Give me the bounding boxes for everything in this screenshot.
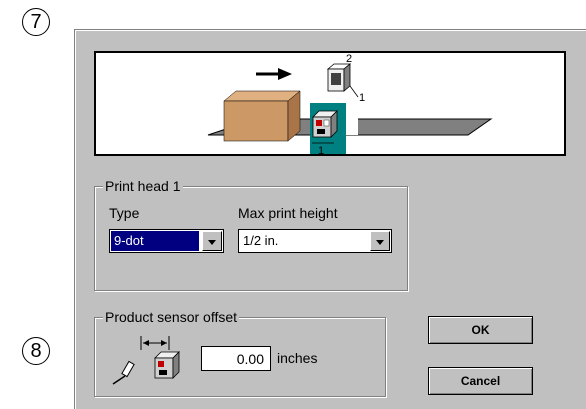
type-label: Type <box>109 205 140 221</box>
print-strip <box>346 117 358 135</box>
max-print-height-label: Max print height <box>238 205 338 221</box>
max-print-height-select[interactable]: 1/2 in. <box>238 229 392 253</box>
sensor-group-title: Product sensor offset <box>103 309 240 325</box>
ok-button[interactable]: OK <box>428 316 533 344</box>
callout-8: 8 <box>22 337 50 365</box>
product-box-icon <box>223 90 301 142</box>
type-dropdown-arrow-icon[interactable] <box>202 231 222 251</box>
print-head-group: Print head 1 Type Max print height 9-dot… <box>94 178 408 291</box>
conveyor-illustration: 2 1 1 <box>207 53 493 157</box>
direction-arrow-icon <box>256 68 292 80</box>
callout-7: 7 <box>22 8 50 36</box>
print-head-2-icon <box>326 63 359 98</box>
sensor-offset-icon <box>112 336 180 385</box>
print-head-1-icon <box>312 110 338 138</box>
conveyor-preview: 2 1 1 <box>94 51 566 157</box>
inches-unit-label: inches <box>277 350 318 366</box>
settings-dialog: 2 1 1 Print head 1 Type Max print height <box>75 30 586 409</box>
cancel-button[interactable]: Cancel <box>428 367 533 395</box>
type-select[interactable]: 9-dot <box>109 229 224 253</box>
type-value: 9-dot <box>114 233 144 248</box>
max-print-height-value: 1/2 in. <box>243 233 279 248</box>
max-print-height-dropdown-arrow-icon[interactable] <box>370 231 390 251</box>
head-label-1-bottom: 1 <box>318 145 324 154</box>
product-sensor-offset-group: Product sensor offset 0.00 inches <box>94 309 386 397</box>
head-label-1-top: 1 <box>359 92 365 104</box>
sensor-offset-input[interactable]: 0.00 <box>201 346 271 371</box>
print-head-group-title: Print head 1 <box>103 178 183 194</box>
head-label-2: 2 <box>346 53 352 65</box>
